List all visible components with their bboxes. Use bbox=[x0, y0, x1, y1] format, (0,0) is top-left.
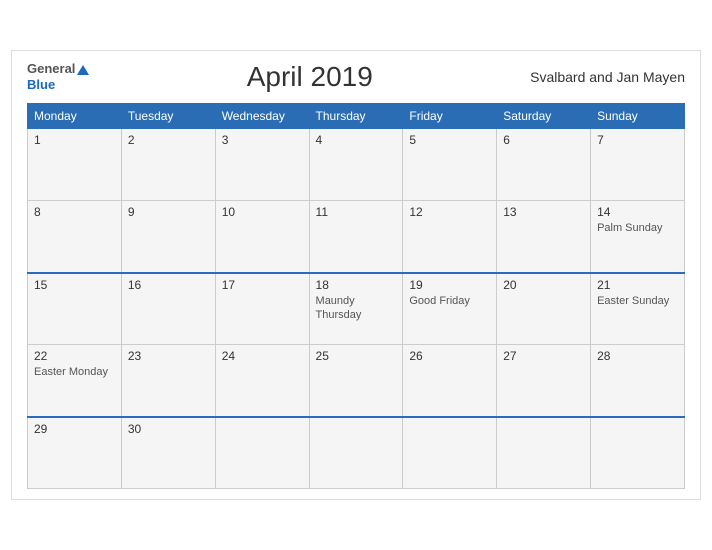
day-number: 4 bbox=[316, 133, 397, 147]
logo-general: General bbox=[27, 61, 75, 76]
header-sunday: Sunday bbox=[591, 104, 685, 129]
day-number: 1 bbox=[34, 133, 115, 147]
logo-blue: Blue bbox=[27, 77, 55, 92]
calendar-cell: 22 Easter Monday bbox=[28, 345, 122, 417]
calendar-cell: 17 bbox=[215, 273, 309, 345]
calendar-cell: 16 bbox=[121, 273, 215, 345]
calendar-cell bbox=[497, 417, 591, 489]
week-row-4: 22 Easter Monday 23 24 25 26 27 28 bbox=[28, 345, 685, 417]
day-number: 21 bbox=[597, 278, 678, 292]
week-row-1: 1234567 bbox=[28, 129, 685, 201]
calendar-cell: 4 bbox=[309, 129, 403, 201]
day-number: 13 bbox=[503, 205, 584, 219]
day-number: 22 bbox=[34, 349, 115, 363]
calendar-cell: 6 bbox=[497, 129, 591, 201]
calendar-cell: 8 bbox=[28, 201, 122, 273]
calendar-cell: 23 bbox=[121, 345, 215, 417]
calendar-cell: 26 bbox=[403, 345, 497, 417]
calendar-cell: 30 bbox=[121, 417, 215, 489]
day-number: 2 bbox=[128, 133, 209, 147]
calendar-grid: Monday Tuesday Wednesday Thursday Friday… bbox=[27, 103, 685, 489]
calendar-cell: 27 bbox=[497, 345, 591, 417]
day-number: 24 bbox=[222, 349, 303, 363]
day-number: 8 bbox=[34, 205, 115, 219]
calendar-cell: 9 bbox=[121, 201, 215, 273]
calendar-body: 1234567891011121314Palm Sunday15161718Ma… bbox=[28, 129, 685, 489]
logo-triangle-icon bbox=[77, 65, 89, 75]
calendar-cell: 20 bbox=[497, 273, 591, 345]
day-number: 3 bbox=[222, 133, 303, 147]
calendar-cell bbox=[403, 417, 497, 489]
calendar-cell: 5 bbox=[403, 129, 497, 201]
calendar-cell: 7 bbox=[591, 129, 685, 201]
calendar-cell: 21 Easter Sunday bbox=[591, 273, 685, 345]
header-thursday: Thursday bbox=[309, 104, 403, 129]
calendar-cell: 14 Palm Sunday bbox=[591, 201, 685, 273]
day-event: Maundy Thursday bbox=[316, 294, 397, 323]
calendar-cell: 13 bbox=[497, 201, 591, 273]
day-event: Easter Sunday bbox=[597, 294, 678, 308]
calendar-cell: 3 bbox=[215, 129, 309, 201]
day-number: 28 bbox=[597, 349, 678, 363]
calendar-cell: 18 Maundy Thursday bbox=[309, 273, 403, 345]
calendar-cell: 2 bbox=[121, 129, 215, 201]
calendar-title: April 2019 bbox=[89, 61, 530, 93]
calendar-cell: 1 bbox=[28, 129, 122, 201]
logo: General Blue bbox=[27, 61, 89, 92]
calendar-cell: 12 bbox=[403, 201, 497, 273]
calendar-cell: 19 Good Friday bbox=[403, 273, 497, 345]
day-event: Good Friday bbox=[409, 294, 490, 308]
calendar-cell bbox=[215, 417, 309, 489]
day-event: Palm Sunday bbox=[597, 221, 678, 235]
calendar-region: Svalbard and Jan Mayen bbox=[530, 69, 685, 85]
day-number: 26 bbox=[409, 349, 490, 363]
calendar-cell: 15 bbox=[28, 273, 122, 345]
day-number: 11 bbox=[316, 205, 397, 219]
day-number: 23 bbox=[128, 349, 209, 363]
calendar-header: General Blue April 2019 Svalbard and Jan… bbox=[27, 61, 685, 93]
week-row-3: 15 16 17 18 Maundy Thursday 19 Good Friday 20 21… bbox=[28, 273, 685, 345]
day-number: 25 bbox=[316, 349, 397, 363]
week-row-5: 29 30 bbox=[28, 417, 685, 489]
day-number: 7 bbox=[597, 133, 678, 147]
calendar-cell bbox=[591, 417, 685, 489]
header-wednesday: Wednesday bbox=[215, 104, 309, 129]
header-tuesday: Tuesday bbox=[121, 104, 215, 129]
day-event: Easter Monday bbox=[34, 365, 115, 379]
calendar-cell: 10 bbox=[215, 201, 309, 273]
header-friday: Friday bbox=[403, 104, 497, 129]
day-number: 15 bbox=[34, 278, 115, 292]
calendar-cell bbox=[309, 417, 403, 489]
day-number: 20 bbox=[503, 278, 584, 292]
day-number: 17 bbox=[222, 278, 303, 292]
calendar-container: General Blue April 2019 Svalbard and Jan… bbox=[11, 50, 701, 500]
week-row-2: 89 10 11 12 13 14 Palm Sunday bbox=[28, 201, 685, 273]
day-number: 16 bbox=[128, 278, 209, 292]
weekday-header-row: Monday Tuesday Wednesday Thursday Friday… bbox=[28, 104, 685, 129]
day-number: 14 bbox=[597, 205, 678, 219]
logo-text: General bbox=[27, 61, 89, 77]
day-number: 27 bbox=[503, 349, 584, 363]
day-number: 9 bbox=[128, 205, 209, 219]
day-number: 30 bbox=[128, 422, 209, 436]
day-number: 6 bbox=[503, 133, 584, 147]
day-number: 12 bbox=[409, 205, 490, 219]
day-number: 19 bbox=[409, 278, 490, 292]
day-number: 29 bbox=[34, 422, 115, 436]
calendar-cell: 28 bbox=[591, 345, 685, 417]
day-number: 10 bbox=[222, 205, 303, 219]
calendar-cell: 11 bbox=[309, 201, 403, 273]
calendar-cell: 24 bbox=[215, 345, 309, 417]
day-number: 5 bbox=[409, 133, 490, 147]
header-monday: Monday bbox=[28, 104, 122, 129]
calendar-cell: 29 bbox=[28, 417, 122, 489]
day-number: 18 bbox=[316, 278, 397, 292]
calendar-cell: 25 bbox=[309, 345, 403, 417]
header-saturday: Saturday bbox=[497, 104, 591, 129]
